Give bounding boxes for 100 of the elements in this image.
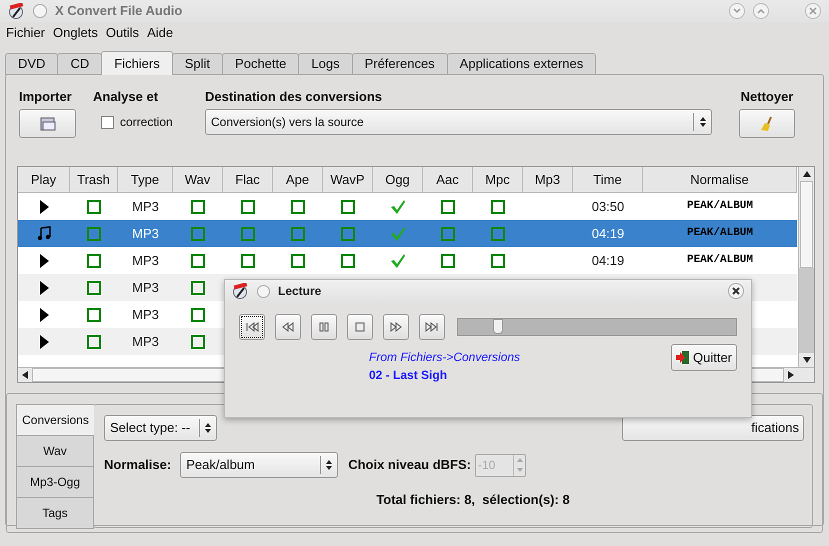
column-header[interactable]: Flac [223,167,273,192]
type-dropdown[interactable]: Select type: -- [104,415,217,441]
column-header[interactable]: Trash [70,167,118,192]
clean-button[interactable] [739,109,795,138]
tab[interactable]: Préferences [352,53,448,75]
correction-label: correction [120,114,173,131]
pause-button[interactable] [310,314,337,340]
rewind-button[interactable] [274,314,301,340]
dbfs-value: -10 [477,456,496,474]
correction-checkbox[interactable] [101,116,114,128]
empty-checkbox-icon[interactable] [341,200,355,214]
position-slider[interactable] [456,318,737,336]
empty-checkbox-icon[interactable] [341,254,355,268]
play-icon[interactable] [40,200,48,214]
table-row[interactable]: MP3 04:19 PEAK/ALBUM [18,220,797,247]
menu-item[interactable]: Fichier [6,23,46,43]
empty-checkbox-icon[interactable] [191,254,205,268]
empty-checkbox-icon[interactable] [441,226,455,240]
close-button[interactable] [728,283,744,299]
empty-checkbox-icon[interactable] [191,200,205,214]
checkmark-icon[interactable] [390,198,406,214]
column-header[interactable]: Type [118,167,173,192]
stop-button[interactable] [346,314,373,340]
column-header[interactable]: Mpc [473,167,523,192]
normalise-value: Peak/album [186,456,256,474]
empty-checkbox-icon[interactable] [491,200,505,214]
scroll-up-icon[interactable] [802,170,810,178]
checkmark-icon[interactable] [390,252,406,268]
column-header[interactable]: Aac [423,167,473,192]
column-header[interactable]: Mp3 [523,167,573,192]
empty-checkbox-icon[interactable] [191,280,205,294]
column-header[interactable]: Time [573,167,643,192]
normalise-dropdown[interactable]: Peak/album [180,452,338,478]
import-label: Importer [19,88,72,106]
empty-checkbox-icon[interactable] [191,308,205,322]
column-header[interactable]: Ape [273,167,323,192]
empty-checkbox-icon[interactable] [291,254,305,268]
tab[interactable]: Pochette [222,53,300,75]
column-header[interactable]: Play [18,167,70,192]
empty-checkbox-icon[interactable] [191,226,205,240]
empty-checkbox-icon[interactable] [87,226,101,240]
empty-checkbox-icon[interactable] [491,254,505,268]
side-tab[interactable]: Mp3-Ogg [16,466,94,498]
play-icon[interactable] [40,308,48,322]
tab[interactable]: Applications externes [446,53,596,75]
empty-checkbox-icon[interactable] [491,226,505,240]
play-icon[interactable] [40,254,48,268]
folder-icon [40,116,56,130]
empty-checkbox-icon[interactable] [241,226,255,240]
play-icon[interactable] [40,280,48,294]
dbfs-label: Choix niveau dBFS: [348,456,471,474]
column-header[interactable]: Wav [173,167,223,192]
destination-dropdown[interactable]: Conversion(s) vers la source [205,109,712,135]
skip-forward-button[interactable] [418,314,445,340]
empty-checkbox-icon[interactable] [341,226,355,240]
empty-checkbox-icon[interactable] [87,308,101,322]
tab[interactable]: Split [172,53,224,75]
music-note-icon[interactable] [37,226,51,241]
side-tab[interactable]: Tags [16,497,94,529]
source-text: From Fichiers->Conversions [369,349,520,366]
fast-forward-button[interactable] [382,314,409,340]
import-button[interactable] [19,109,76,138]
quit-button[interactable]: Quitter [671,344,737,371]
slider-thumb[interactable] [492,319,503,334]
scroll-right-icon[interactable] [787,371,795,379]
maximize-button[interactable] [753,3,769,19]
scroll-left-icon[interactable] [21,371,29,379]
tab[interactable]: Logs [298,53,353,75]
menu-item[interactable]: Outils [106,23,140,43]
type-cell-text: MP3 [132,278,159,297]
empty-checkbox-icon[interactable] [241,254,255,268]
empty-checkbox-icon[interactable] [87,200,101,214]
menu-item[interactable]: Aide [147,23,174,43]
side-tab[interactable]: Conversions [16,404,94,436]
empty-checkbox-icon[interactable] [191,334,205,348]
empty-checkbox-icon[interactable] [441,200,455,214]
play-icon[interactable] [40,334,48,348]
scroll-down-icon[interactable] [802,356,810,364]
empty-checkbox-icon[interactable] [87,280,101,294]
empty-checkbox-icon[interactable] [291,200,305,214]
checkmark-icon[interactable] [390,226,406,242]
type-cell-text: MP3 [132,224,159,243]
empty-checkbox-icon[interactable] [87,254,101,268]
empty-checkbox-icon[interactable] [87,334,101,348]
empty-checkbox-icon[interactable] [291,226,305,240]
skip-back-button[interactable] [239,314,265,340]
minimize-button[interactable] [729,3,745,19]
side-tab[interactable]: Wav [16,435,94,467]
empty-checkbox-icon[interactable] [241,200,255,214]
column-header[interactable]: Ogg [373,167,423,192]
verify-button[interactable]: fications [622,415,804,441]
empty-checkbox-icon[interactable] [441,254,455,268]
column-header[interactable]: WavP [323,167,373,192]
broom-icon [760,116,774,132]
menu-item[interactable]: Onglets [53,23,98,43]
vertical-scrollbar[interactable] [798,167,814,367]
tab[interactable]: Fichiers [101,51,173,75]
tab[interactable]: DVD [5,53,58,75]
tab[interactable]: CD [57,53,102,75]
column-header[interactable]: Normalise [643,167,797,192]
